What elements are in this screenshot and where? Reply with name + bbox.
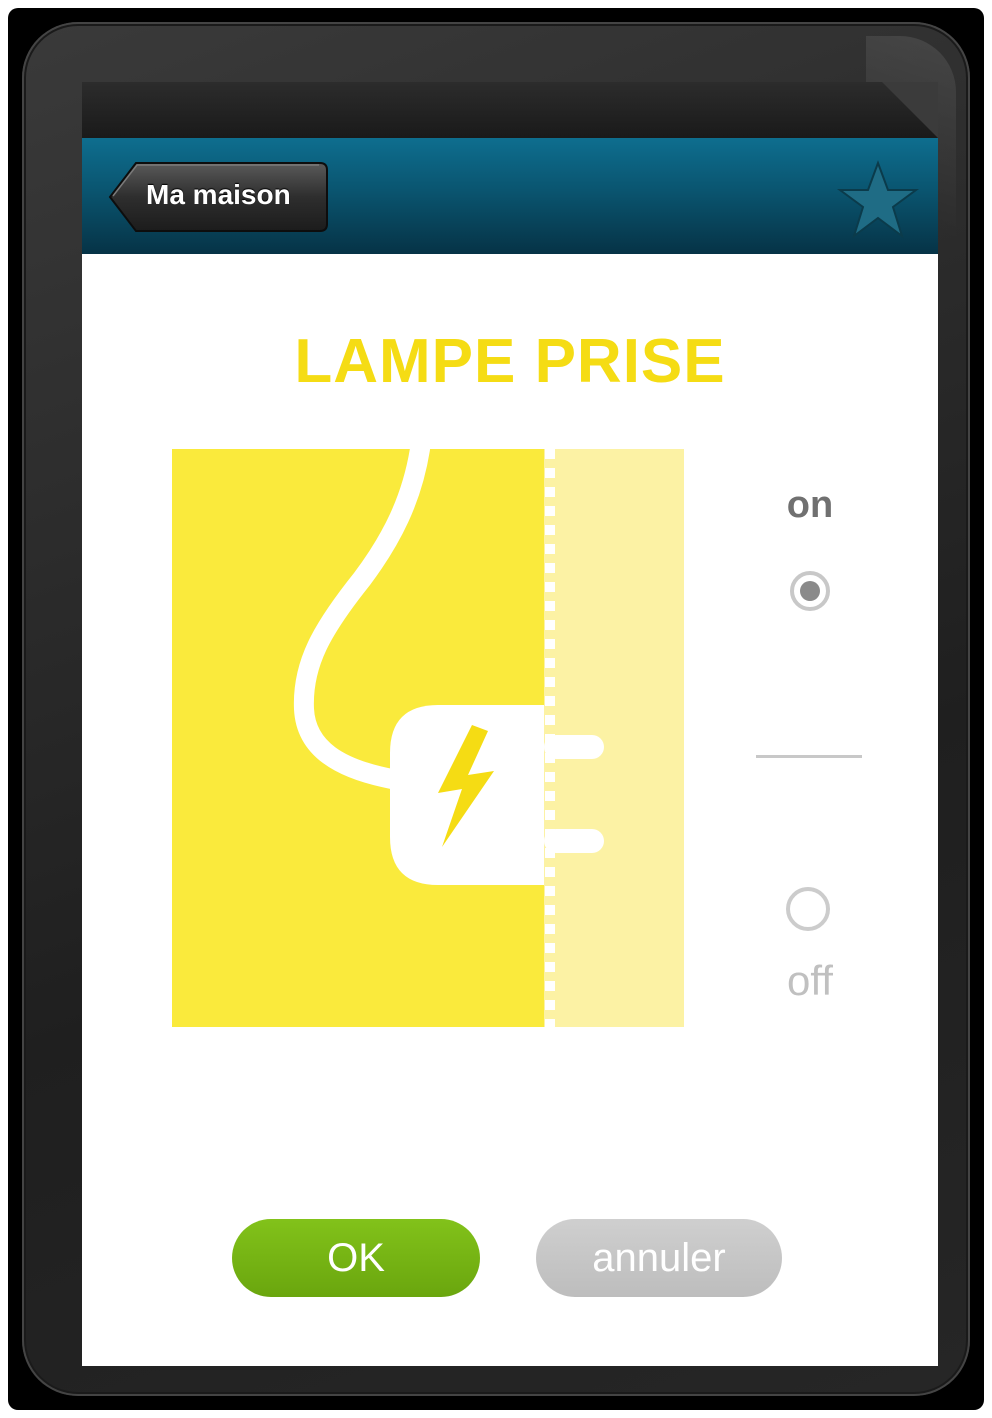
tablet-device: Ma maison LAMPE PRISE on off OK annuler: [8, 8, 984, 1410]
status-bar: [82, 82, 938, 138]
ok-button[interactable]: OK: [232, 1219, 480, 1297]
toggle-off-label: off: [787, 957, 833, 1004]
plug-lightning-icon: [172, 449, 684, 1027]
back-button[interactable]: Ma maison: [108, 160, 330, 234]
device-title: LAMPE PRISE: [294, 327, 726, 396]
device-control-panel: LAMPE PRISE on off OK annuler: [82, 254, 938, 1366]
radio-off[interactable]: [786, 887, 830, 931]
cancel-button[interactable]: annuler: [536, 1219, 782, 1297]
toggle-on-label: on: [786, 484, 834, 526]
radio-selected-dot: [800, 581, 820, 601]
app-screen: Ma maison LAMPE PRISE on off OK annuler: [82, 82, 938, 1366]
radio-on[interactable]: [790, 571, 830, 611]
back-button-label: Ma maison: [146, 179, 291, 210]
navigation-bar: Ma maison: [82, 138, 938, 254]
star-icon[interactable]: [836, 160, 920, 240]
status-bar-highlight: [882, 82, 938, 138]
toggle-divider: [756, 755, 862, 758]
